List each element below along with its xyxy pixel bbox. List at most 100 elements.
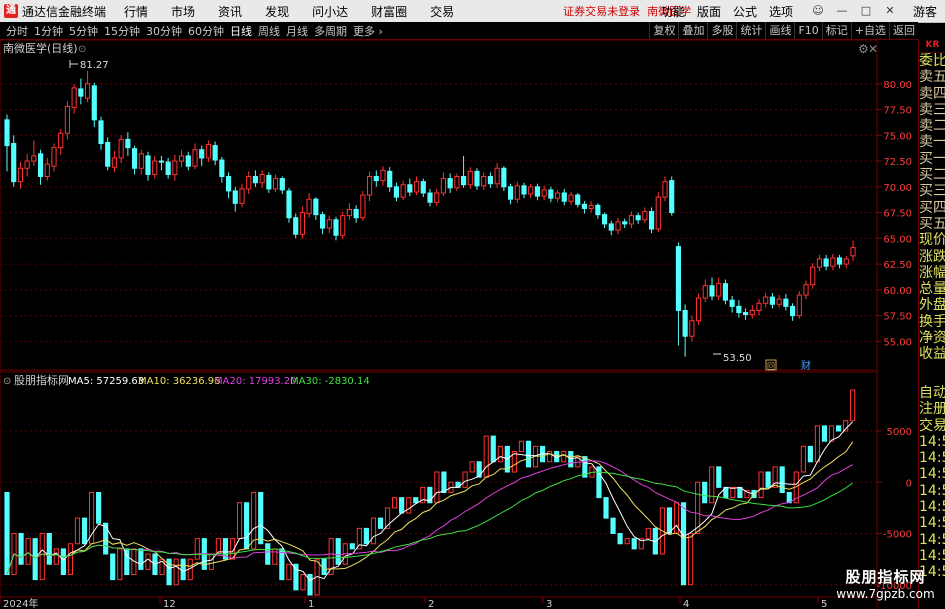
period-1min[interactable]: 1分钟	[34, 23, 63, 39]
candle-body	[628, 215, 635, 225]
price-axis-label: 72.50	[883, 157, 912, 168]
sidebar-field-1: 卖五	[919, 69, 945, 86]
btn-back[interactable]: 返回	[889, 22, 918, 39]
period-weekly[interactable]: 周线	[258, 23, 280, 39]
btn-overlay[interactable]: 叠加	[678, 22, 707, 39]
period-monthly[interactable]: 月线	[286, 23, 308, 39]
candle	[830, 253, 836, 271]
indicator-bar	[828, 425, 835, 442]
menu-discover[interactable]: 发现	[265, 3, 289, 20]
menu-ask[interactable]: 问小达	[312, 3, 348, 20]
btn-adjust[interactable]: 复权	[649, 22, 678, 39]
candle	[588, 201, 594, 213]
price-axis-label: 62.50	[883, 260, 912, 271]
watermark: 股朋指标网 www.7gpzb.com	[826, 566, 945, 609]
indicator-bar	[307, 574, 313, 596]
close-icon[interactable]: ✕	[881, 2, 899, 20]
indicator-axis-label: 5000	[887, 427, 912, 438]
btn-multi-stock[interactable]: 多股	[707, 22, 736, 39]
menu-market[interactable]: 市场	[171, 3, 195, 20]
candle-body	[387, 170, 393, 188]
legend-ma30: MA30: -2830.14	[290, 376, 370, 387]
candle	[172, 154, 178, 181]
candle	[78, 78, 84, 105]
candle-body	[575, 194, 581, 205]
indicator-bar	[483, 435, 489, 478]
minimize-icon[interactable]: —	[833, 2, 851, 20]
candle-body	[178, 155, 185, 162]
btn-mark[interactable]: 标记	[821, 22, 851, 39]
candle	[219, 156, 225, 183]
menu-trade[interactable]: 交易	[430, 3, 454, 20]
candle	[816, 254, 823, 272]
indicator-bars	[4, 389, 856, 596]
indicator-bar	[610, 517, 616, 534]
menu-options[interactable]: 选项	[769, 3, 793, 20]
maximize-icon[interactable]: □	[857, 2, 875, 20]
candle-body	[729, 299, 735, 307]
candle-body	[400, 184, 406, 198]
candle-body	[554, 192, 561, 199]
candle	[185, 151, 191, 171]
menu-news[interactable]: 资讯	[218, 3, 242, 20]
candle-body	[467, 170, 473, 186]
menu-formula[interactable]: 公式	[733, 3, 757, 20]
candle-body	[185, 155, 191, 167]
candle	[152, 155, 158, 179]
menu-quotes[interactable]: 行情	[124, 3, 148, 20]
candle-body	[434, 192, 440, 203]
period-15min[interactable]: 15分钟	[104, 23, 140, 39]
guest-user[interactable]: 游客	[913, 3, 937, 20]
candle	[37, 149, 44, 185]
candle-body	[4, 119, 10, 147]
btn-add-watchlist[interactable]: +自选	[850, 22, 889, 39]
price-axis-label: 80.00	[883, 80, 912, 91]
period-more[interactable]: 更多 ›	[353, 23, 383, 39]
candle-body	[662, 181, 668, 198]
period-daily[interactable]: 日线	[230, 23, 252, 39]
candle	[131, 145, 138, 175]
watermark-url: www.7gpzb.com	[836, 587, 935, 601]
menu-wealth[interactable]: 财富圈	[371, 3, 407, 20]
candle	[702, 279, 708, 303]
candle-body	[125, 138, 131, 149]
period-60min[interactable]: 60分钟	[188, 23, 224, 39]
candle	[373, 170, 379, 187]
sidebar-tick-2: 交易	[919, 417, 945, 434]
candle-body	[17, 167, 24, 183]
menu-layout[interactable]: 版面	[697, 3, 721, 20]
candle-body	[548, 189, 554, 199]
candle-body	[823, 258, 829, 267]
candle	[615, 217, 621, 235]
period-multi[interactable]: 多周期	[314, 23, 347, 39]
btn-draw[interactable]: 画线	[765, 22, 794, 39]
candle-body	[669, 180, 675, 214]
candle-body	[145, 155, 151, 175]
candle-body	[165, 161, 171, 175]
candle	[595, 203, 601, 219]
candle-body	[326, 219, 332, 229]
period-30min[interactable]: 30分钟	[146, 23, 182, 39]
btn-f10[interactable]: F10	[794, 22, 821, 39]
candle-body	[595, 204, 601, 216]
kline-chart[interactable]: 80.00 77.50 75.00 72.50 70.00 67.50 65.00 62.50…	[0, 40, 918, 609]
menu-function[interactable]: 功能	[661, 3, 685, 20]
candle-body	[514, 185, 520, 200]
btn-stats[interactable]: 统计	[736, 22, 765, 39]
candle-body	[601, 214, 608, 225]
candle-body	[44, 163, 50, 178]
price-axis-label: 75.00	[883, 131, 912, 142]
candle-body	[279, 178, 285, 191]
settings-icon[interactable]: ☺	[809, 2, 827, 20]
candle-body	[118, 138, 124, 159]
chart-grid	[0, 83, 877, 586]
sidebar-field-4: 卖二	[919, 118, 945, 135]
candle-body	[689, 320, 695, 337]
candle-body	[763, 296, 769, 304]
period-timeshare[interactable]: 分时	[6, 23, 28, 39]
period-5min[interactable]: 5分钟	[69, 23, 98, 39]
candle-body	[675, 246, 682, 311]
indicator-bar	[279, 548, 285, 581]
indicator-bar	[807, 445, 813, 463]
candle	[434, 188, 440, 207]
